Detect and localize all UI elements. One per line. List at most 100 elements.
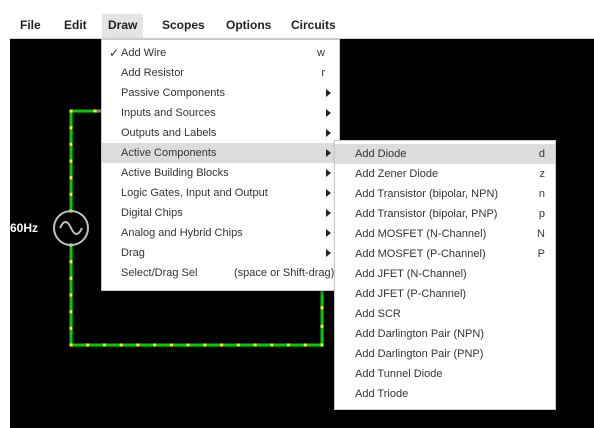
sine-wave-icon <box>59 221 83 235</box>
menu-item-active-building-blocks[interactable]: Active Building Blocks <box>102 163 339 183</box>
menu-item-label: Outputs and Labels <box>121 127 217 139</box>
menu-item-label: Add Diode <box>355 148 407 160</box>
menu-item-shortcut: N <box>537 228 545 240</box>
menu-item-label: Add MOSFET (N-Channel) <box>355 228 487 240</box>
current-dot <box>253 343 257 347</box>
menu-item-select-drag-sel[interactable]: Select/Drag Sel (space or Shift-drag) <box>102 263 339 283</box>
draw-menu: ✓ Add Wire w Add Resistor r Passive Comp… <box>101 39 340 291</box>
current-dot <box>220 343 224 347</box>
menu-item-label: Add JFET (N-Channel) <box>355 268 467 280</box>
current-dot <box>270 343 274 347</box>
menu-item-active-components[interactable]: Active Components <box>102 143 339 163</box>
menu-item-label: Active Components <box>121 147 217 159</box>
ac-source-icon[interactable] <box>53 210 89 246</box>
menu-item-label: Inputs and Sources <box>121 107 216 119</box>
menu-item-add-jfet-p[interactable]: Add JFET (P-Channel) <box>335 284 555 304</box>
menu-edit[interactable]: Edit <box>64 17 87 33</box>
menu-item-digital-chips[interactable]: Digital Chips <box>102 203 339 223</box>
menu-item-analog-hybrid-chips[interactable]: Analog and Hybrid Chips <box>102 223 339 243</box>
menu-file[interactable]: File <box>20 17 41 33</box>
current-dot <box>69 276 73 280</box>
active-components-submenu: Add Diode d Add Zener Diode z Add Transi… <box>334 140 556 410</box>
menu-item-label: Select/Drag Sel <box>121 267 198 279</box>
menu-item-shortcut: P <box>537 248 545 260</box>
current-dot <box>103 343 106 347</box>
menu-item-label: Add JFET (P-Channel) <box>355 288 467 300</box>
menu-item-add-diode[interactable]: Add Diode d <box>335 144 555 164</box>
current-dot <box>236 343 240 347</box>
current-dot <box>69 192 73 196</box>
current-dot <box>119 343 123 347</box>
menu-item-add-scr[interactable]: Add SCR <box>335 304 555 324</box>
menu-item-add-jfet-n[interactable]: Add JFET (N-Channel) <box>335 264 555 284</box>
menu-circuits[interactable]: Circuits <box>291 17 336 33</box>
menu-item-label: Add Triode <box>355 388 409 400</box>
menu-item-inputs-sources[interactable]: Inputs and Sources <box>102 103 339 123</box>
menu-item-add-wire[interactable]: ✓ Add Wire w <box>102 43 339 63</box>
submenu-arrow-icon <box>326 89 331 97</box>
menu-item-shortcut: n <box>538 188 545 200</box>
submenu-arrow-icon <box>326 129 331 137</box>
menu-item-add-darlington-npn[interactable]: Add Darlington Pair (NPN) <box>335 324 555 344</box>
menu-item-label: Add Tunnel Diode <box>355 368 443 380</box>
menu-item-outputs-labels[interactable]: Outputs and Labels <box>102 123 339 143</box>
menu-item-label: Digital Chips <box>121 207 183 219</box>
menu-item-logic-gates[interactable]: Logic Gates, Input and Output <box>102 183 339 203</box>
menu-item-add-triode[interactable]: Add Triode <box>335 384 555 404</box>
menu-item-shortcut: p <box>538 208 545 220</box>
menu-item-add-darlington-pnp[interactable]: Add Darlington Pair (PNP) <box>335 344 555 364</box>
menu-draw[interactable]: Draw <box>102 14 144 38</box>
current-dot <box>169 343 173 347</box>
current-dot <box>69 293 73 297</box>
menu-item-label: Add SCR <box>355 308 401 320</box>
current-dot <box>93 109 97 113</box>
menu-item-label: Add Transistor (bipolar, NPN) <box>355 188 499 200</box>
menu-item-label: Add MOSFET (P-Channel) <box>355 248 486 260</box>
menu-options[interactable]: Options <box>226 17 271 33</box>
current-dot <box>86 343 90 347</box>
menu-item-add-zener-diode[interactable]: Add Zener Diode z <box>335 164 555 184</box>
menu-item-label: Add Wire <box>121 47 167 59</box>
current-dot <box>320 343 324 347</box>
current-dot <box>69 109 73 113</box>
menu-item-label: Drag <box>121 247 145 259</box>
menu-item-add-transistor-pnp[interactable]: Add Transistor (bipolar, PNP) p <box>335 204 555 224</box>
menu-item-add-mosfet-n[interactable]: Add MOSFET (N-Channel) N <box>335 224 555 244</box>
current-dot <box>69 142 73 146</box>
current-dot <box>69 343 73 347</box>
menu-item-label: Add Transistor (bipolar, PNP) <box>355 208 498 220</box>
submenu-arrow-icon <box>326 189 331 197</box>
menu-item-drag[interactable]: Drag <box>102 243 339 263</box>
menu-item-shortcut: (space or Shift-drag) <box>234 267 335 279</box>
submenu-arrow-icon <box>326 149 331 157</box>
menu-scopes[interactable]: Scopes <box>162 17 205 33</box>
submenu-arrow-icon <box>326 209 331 217</box>
menu-item-label: Add Darlington Pair (PNP) <box>355 348 484 360</box>
menu-item-shortcut: w <box>317 47 325 59</box>
current-dot <box>69 176 73 180</box>
menu-item-add-resistor[interactable]: Add Resistor r <box>102 63 339 83</box>
menu-item-label: Passive Components <box>121 87 225 99</box>
menu-item-shortcut: r <box>321 67 325 79</box>
menu-item-add-tunnel-diode[interactable]: Add Tunnel Diode <box>335 364 555 384</box>
current-dot <box>320 324 324 328</box>
menu-item-shortcut: z <box>539 168 546 180</box>
check-icon: ✓ <box>109 46 120 60</box>
current-dot <box>69 260 73 264</box>
menu-item-label: Add Zener Diode <box>355 168 439 180</box>
menu-item-label: Active Building Blocks <box>121 167 229 179</box>
menu-item-add-transistor-npn[interactable]: Add Transistor (bipolar, NPN) n <box>335 184 555 204</box>
current-dot <box>69 326 73 330</box>
current-dot <box>69 310 73 314</box>
current-dot <box>69 126 73 130</box>
submenu-arrow-icon <box>326 229 331 237</box>
menu-item-label: Logic Gates, Input and Output <box>121 187 268 199</box>
menu-item-label: Add Resistor <box>121 67 184 79</box>
wire-top-left[interactable] <box>69 109 95 211</box>
current-dot <box>287 343 290 347</box>
menu-item-label: Add Darlington Pair (NPN) <box>355 328 484 340</box>
menu-item-add-mosfet-p[interactable]: Add MOSFET (P-Channel) P <box>335 244 555 264</box>
menu-item-passive-components[interactable]: Passive Components <box>102 83 339 103</box>
current-dot <box>203 343 207 347</box>
menu-bar: File Edit Draw Scopes Options Circuits <box>10 12 594 39</box>
